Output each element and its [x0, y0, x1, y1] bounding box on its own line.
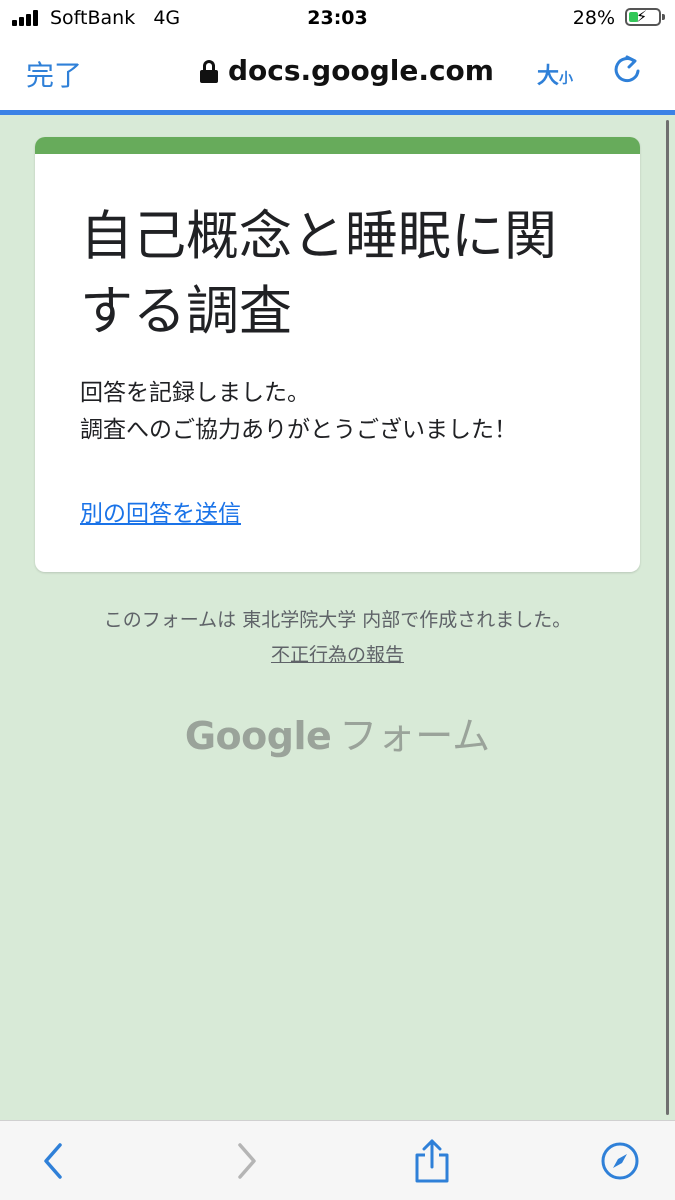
- status-bar: SoftBank 4G 23:03 28% ⚡: [0, 0, 675, 38]
- lock-icon: [200, 59, 218, 83]
- share-icon[interactable]: [412, 1139, 452, 1183]
- browser-bar: 完了 docs.google.com 大小: [0, 38, 675, 110]
- done-button[interactable]: 完了: [26, 54, 82, 94]
- compass-icon[interactable]: [600, 1139, 640, 1183]
- browser-toolbar: [0, 1120, 675, 1200]
- battery-icon: ⚡: [625, 7, 665, 26]
- message-line-2: 調査へのご協力ありがとうございました！: [80, 417, 517, 443]
- url-bar[interactable]: docs.google.com: [200, 54, 494, 87]
- brand-google: Google: [184, 714, 332, 758]
- brand-forms: フォーム: [339, 714, 491, 758]
- forward-icon[interactable]: [226, 1139, 266, 1183]
- form-header-stripe: [35, 137, 640, 154]
- url-text: docs.google.com: [228, 54, 494, 87]
- page-content: 自己概念と睡眠に関する調査 回答を記録しました。 調査へのご協力ありがとうござい…: [0, 115, 675, 1120]
- google-forms-logo[interactable]: Google フォーム: [0, 705, 675, 760]
- message-line-1: 回答を記録しました。: [80, 380, 310, 406]
- confirmation-message: 回答を記録しました。 調査へのご協力ありがとうございました！: [80, 375, 620, 449]
- text-size-button[interactable]: 大小: [537, 58, 573, 90]
- battery-percent: 28%: [572, 7, 615, 29]
- scrollbar[interactable]: [666, 120, 669, 1115]
- submit-another-response-link[interactable]: 別の回答を送信: [80, 494, 241, 528]
- reload-icon[interactable]: [610, 53, 644, 87]
- form-card: 自己概念と睡眠に関する調査 回答を記録しました。 調査へのご協力ありがとうござい…: [35, 137, 640, 572]
- footer-note: このフォームは 東北学院大学 内部で作成されました。: [103, 609, 572, 631]
- form-title: 自己概念と睡眠に関する調査: [80, 206, 557, 342]
- back-icon[interactable]: [34, 1139, 74, 1183]
- report-abuse-link[interactable]: 不正行為の報告: [271, 644, 404, 666]
